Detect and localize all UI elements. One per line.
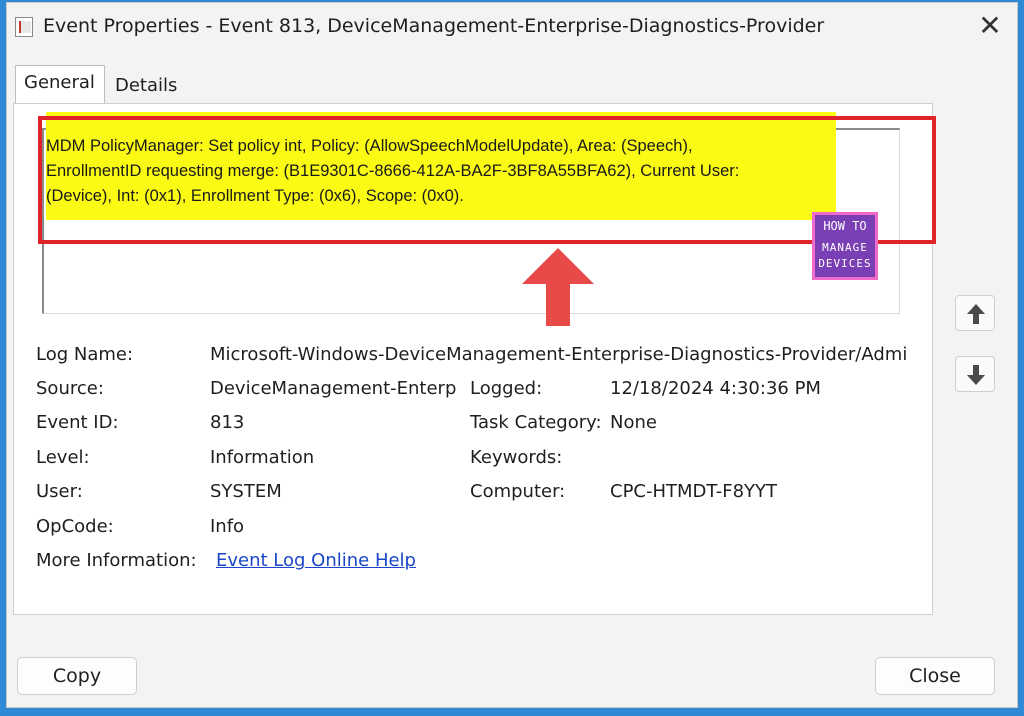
source-value: DeviceManagement-Enterpr bbox=[210, 378, 456, 399]
computer-label: Computer: bbox=[470, 481, 566, 502]
close-button[interactable]: Close bbox=[875, 657, 995, 695]
arrow-up-icon bbox=[967, 304, 985, 324]
logged-label: Logged: bbox=[470, 378, 543, 399]
event-id-label: Event ID: bbox=[36, 412, 119, 433]
logo-text-middle: MANAGE bbox=[822, 241, 868, 254]
task-category-value: None bbox=[610, 412, 657, 433]
howto-manage-devices-logo: HOW TO MANAGE DEVICES bbox=[812, 212, 878, 280]
window-title: Event Properties - Event 813, DeviceMana… bbox=[43, 15, 825, 37]
more-information-label: More Information: bbox=[36, 550, 197, 571]
tab-general[interactable]: General bbox=[15, 65, 105, 103]
task-category-label: Task Category: bbox=[470, 412, 602, 433]
tab-details[interactable]: Details bbox=[107, 69, 179, 105]
opcode-value: Info bbox=[210, 516, 245, 537]
event-properties-window: Event Properties - Event 813, DeviceMana… bbox=[6, 2, 1018, 708]
arrow-down-icon bbox=[967, 365, 985, 385]
event-id-value: 813 bbox=[210, 412, 245, 433]
source-label: Source: bbox=[36, 378, 104, 399]
keywords-label: Keywords: bbox=[470, 447, 563, 468]
event-viewer-app-icon bbox=[15, 17, 33, 37]
log-name-label: Log Name: bbox=[36, 344, 134, 365]
annotation-up-arrow-icon bbox=[522, 248, 594, 326]
level-label: Level: bbox=[36, 447, 90, 468]
general-panel: MDM PolicyManager: Set policy int, Polic… bbox=[13, 103, 936, 615]
copy-button[interactable]: Copy bbox=[17, 657, 137, 695]
user-value: SYSTEM bbox=[210, 481, 282, 502]
user-label: User: bbox=[36, 481, 83, 502]
logo-text-bottom: DEVICES bbox=[818, 257, 872, 270]
previous-event-button[interactable] bbox=[955, 295, 995, 331]
computer-value: CPC-HTMDT-F8YYT bbox=[610, 481, 778, 502]
event-log-online-help-link[interactable]: Event Log Online Help bbox=[216, 550, 416, 571]
window-close-icon[interactable]: ✕ bbox=[975, 11, 1005, 41]
annotation-red-box bbox=[38, 116, 936, 244]
opcode-label: OpCode: bbox=[36, 516, 114, 537]
log-name-value: Microsoft-Windows-DeviceManagement-Enter… bbox=[210, 344, 906, 365]
logged-value: 12/18/2024 4:30:36 PM bbox=[610, 378, 821, 399]
title-bar: Event Properties - Event 813, DeviceMana… bbox=[7, 3, 1017, 49]
next-event-button[interactable] bbox=[955, 356, 995, 392]
level-value: Information bbox=[210, 447, 315, 468]
logo-text-top: HOW TO bbox=[823, 219, 867, 233]
